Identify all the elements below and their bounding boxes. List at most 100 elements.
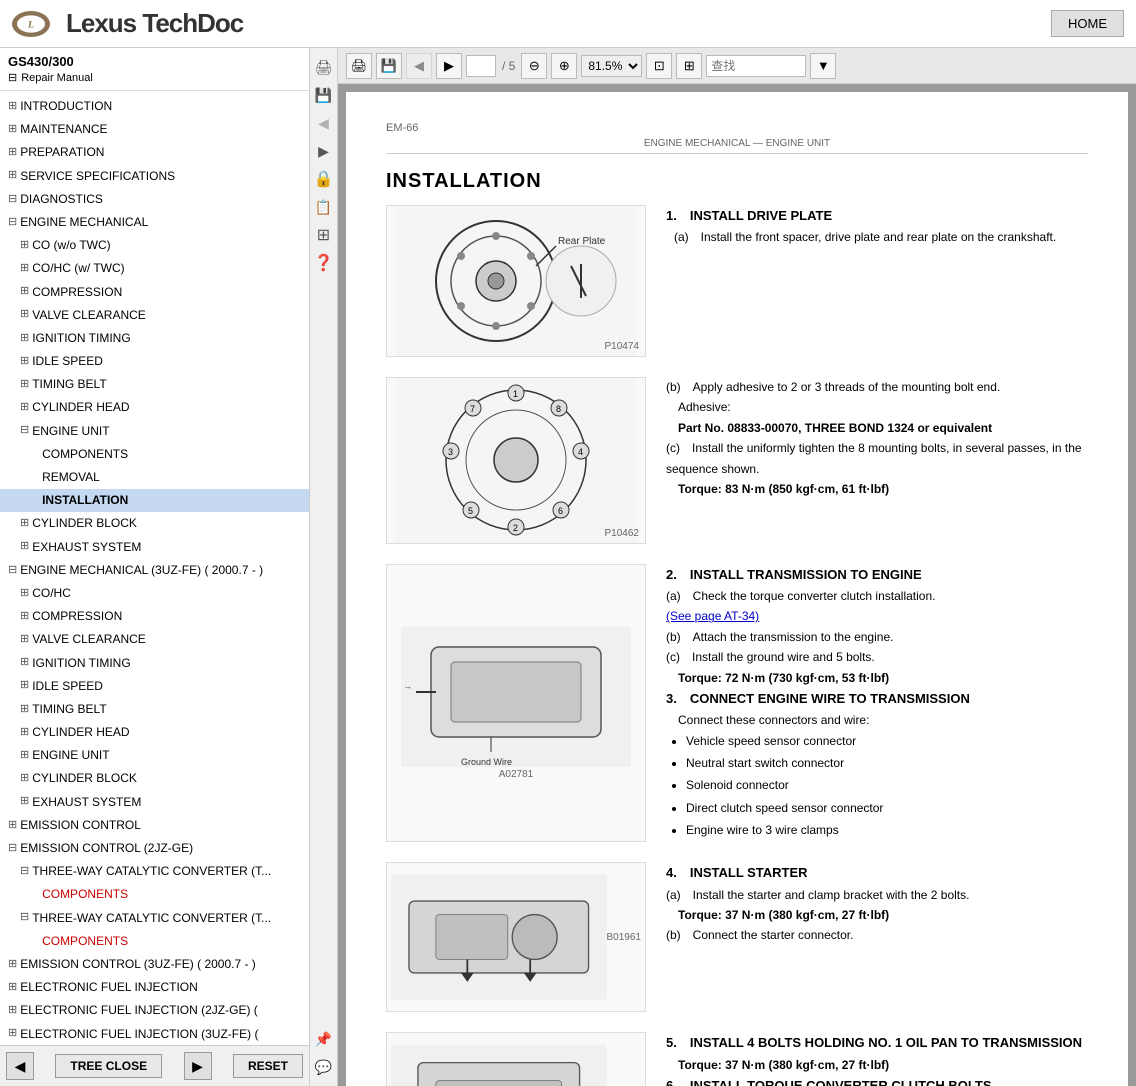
home-button[interactable]: HOME <box>1051 10 1124 37</box>
tb-next-btn[interactable]: ▶ <box>436 53 462 79</box>
sidebar-item-ign_timing[interactable]: ⊞IGNITION TIMING <box>0 327 309 350</box>
sidebar-item-efi2jz[interactable]: ⊞ELECTRONIC FUEL INJECTION (2JZ-GE) ( <box>0 999 309 1022</box>
tb-fit-btn[interactable]: ⊡ <box>646 53 672 79</box>
sidebar-item-emission[interactable]: ⊞EMISSION CONTROL <box>0 814 309 837</box>
step-3-text: Connect these connectors and wire: <box>666 710 1088 730</box>
app-header: L Lexus TechDoc HOME <box>0 0 1136 48</box>
bolt-sequence-diagram: 1 8 4 6 2 5 3 7 <box>396 378 636 543</box>
sidebar-item-emission3uz[interactable]: ⊞EMISSION CONTROL (3UZ-FE) ( 2000.7 - ) <box>0 953 309 976</box>
sidebar-item-svc[interactable]: ⊞SERVICE SPECIFICATIONS <box>0 165 309 188</box>
tb-search-btn[interactable]: ▼ <box>810 53 836 79</box>
lock-icon[interactable]: 🔒 <box>313 168 335 190</box>
sidebar-item-installation1[interactable]: INSTALLATION <box>0 489 309 512</box>
page-label: EM-66 <box>386 122 1088 134</box>
sidebar-item-efi3uz[interactable]: ⊞ELECTRONIC FUEL INJECTION (3UZ-FE) ( <box>0 1023 309 1046</box>
oil-pan-diagram <box>391 1037 607 1086</box>
sidebar-item-intro[interactable]: ⊞INTRODUCTION <box>0 95 309 118</box>
step-c: (c) Install the uniformly tighten the 8 … <box>666 438 1088 479</box>
sidebar-item-timing2[interactable]: ⊞TIMING BELT <box>0 698 309 721</box>
tb-view-btn[interactable]: ⊞ <box>676 53 702 79</box>
print-icon[interactable]: 🖨 <box>313 56 335 78</box>
lexus-logo: L <box>12 11 50 37</box>
sidebar-item-eng_mech2[interactable]: ⊟ENGINE MECHANICAL (3UZ-FE) ( 2000.7 - ) <box>0 559 309 582</box>
sidebar-item-emission2jz[interactable]: ⊟EMISSION CONTROL (2JZ-GE) <box>0 837 309 860</box>
sidebar-item-eng_mech[interactable]: ⊟ENGINE MECHANICAL <box>0 211 309 234</box>
step-1-num: 1. INSTALL DRIVE PLATE <box>666 208 832 223</box>
step-torque-1: Torque: 83 N·m (850 kgf·cm, 61 ft·lbf) <box>666 479 1088 499</box>
sidebar-item-comp_twc1[interactable]: COMPONENTS <box>0 883 309 906</box>
sidebar-item-efi[interactable]: ⊞ELECTRONIC FUEL INJECTION <box>0 976 309 999</box>
sidebar-item-valve[interactable]: ⊞VALVE CLEARANCE <box>0 304 309 327</box>
prev-nav-button[interactable]: ◀ <box>6 1052 34 1080</box>
step-bc: 1 8 4 6 2 5 3 7 P10462 (b) Apply adhesiv… <box>386 377 1088 544</box>
search-input[interactable] <box>706 55 806 77</box>
tb-zoom-out-btn[interactable]: ⊖ <box>521 53 547 79</box>
sidebar-item-twc1[interactable]: ⊟THREE-WAY CATALYTIC CONVERTER (T... <box>0 860 309 883</box>
step-torque-2: Torque: 72 N·m (730 kgf·cm, 53 ft·lbf) <box>666 668 1088 688</box>
copy-icon[interactable]: 📋 <box>313 196 335 218</box>
section-title: INSTALLATION <box>386 170 1088 193</box>
sidebar-item-co_hc2[interactable]: ⊞CO/HC <box>0 582 309 605</box>
step-2a-link[interactable]: (See page AT-34) <box>666 606 1088 626</box>
sidebar-item-prep[interactable]: ⊞PREPARATION <box>0 141 309 164</box>
sidebar-item-twc2[interactable]: ⊟THREE-WAY CATALYTIC CONVERTER (T... <box>0 907 309 930</box>
step-1-image: Rear Plate P10474 <box>386 205 646 357</box>
lexus-oval: L <box>12 11 50 37</box>
sidebar-item-removal1[interactable]: REMOVAL <box>0 466 309 489</box>
sidebar-item-co_wo[interactable]: ⊞CO (w/o TWC) <box>0 234 309 257</box>
step-adhesive-val: Part No. 08833-00070, THREE BOND 1324 or… <box>666 418 1088 438</box>
sidebar-item-comp_twc2[interactable]: COMPONENTS <box>0 930 309 953</box>
help-icon[interactable]: ❓ <box>313 252 335 274</box>
sidebar-item-timing_belt[interactable]: ⊞TIMING BELT <box>0 373 309 396</box>
next-nav-button[interactable]: ▶ <box>184 1052 212 1080</box>
sidebar-item-cyl_head2[interactable]: ⊞CYLINDER HEAD <box>0 721 309 744</box>
tb-zoom-in-btn[interactable]: ⊕ <box>551 53 577 79</box>
save-icon[interactable]: 💾 <box>313 84 335 106</box>
pin-icon[interactable]: 📌 <box>313 1028 335 1050</box>
sidebar-item-co_w[interactable]: ⊞CO/HC (w/ TWC) <box>0 257 309 280</box>
zoom-select[interactable]: 81.5% <box>581 55 642 77</box>
bullet-1: Vehicle speed sensor connector <box>686 731 1088 751</box>
sidebar-item-compression2[interactable]: ⊞COMPRESSION <box>0 605 309 628</box>
sidebar: GS430/300 ⊟Repair Manual ⊞INTRODUCTION⊞M… <box>0 48 310 1086</box>
chat-icon[interactable]: 💬 <box>313 1056 335 1078</box>
sidebar-item-exhaust2[interactable]: ⊞EXHAUST SYSTEM <box>0 791 309 814</box>
sidebar-item-valve2[interactable]: ⊞VALVE CLEARANCE <box>0 628 309 651</box>
svg-text:1: 1 <box>513 389 518 399</box>
sidebar-item-eng_unit[interactable]: ⊟ENGINE UNIT <box>0 420 309 443</box>
tb-prev-btn[interactable]: ◀ <box>406 53 432 79</box>
sidebar-title: GS430/300 ⊟Repair Manual <box>0 48 309 91</box>
sidebar-item-ign2[interactable]: ⊞IGNITION TIMING <box>0 652 309 675</box>
step-2a: (a) Check the torque converter clutch in… <box>666 586 1088 606</box>
doc-wrapper[interactable]: EM-66 ENGINE MECHANICAL — ENGINE UNIT IN… <box>338 84 1136 1086</box>
sidebar-item-exhaust1[interactable]: ⊞EXHAUST SYSTEM <box>0 536 309 559</box>
back-icon[interactable]: ◀ <box>313 112 335 134</box>
step-5-num: 5. INSTALL 4 BOLTS HOLDING NO. 1 OIL PAN… <box>666 1035 1082 1050</box>
step-2b: (b) Attach the transmission to the engin… <box>666 627 1088 647</box>
sidebar-item-cyl_block1[interactable]: ⊞CYLINDER BLOCK <box>0 512 309 535</box>
step-56-image: A02790 <box>386 1032 646 1086</box>
svg-text:7: 7 <box>470 404 475 414</box>
sidebar-item-idle2[interactable]: ⊞IDLE SPEED <box>0 675 309 698</box>
sidebar-item-cyl_block2[interactable]: ⊞CYLINDER BLOCK <box>0 767 309 790</box>
bullet-3: Solenoid connector <box>686 775 1088 795</box>
doc-page: EM-66 ENGINE MECHANICAL — ENGINE UNIT IN… <box>346 92 1128 1086</box>
reset-button[interactable]: RESET <box>233 1054 303 1078</box>
step-4a: (a) Install the starter and clamp bracke… <box>666 885 1088 905</box>
tb-print-btn[interactable]: 🖨 <box>346 53 372 79</box>
sidebar-item-components1[interactable]: COMPONENTS <box>0 443 309 466</box>
sidebar-item-cyl_head[interactable]: ⊞CYLINDER HEAD <box>0 396 309 419</box>
sidebar-item-maint[interactable]: ⊞MAINTENANCE <box>0 118 309 141</box>
expand-icon[interactable]: ⊞ <box>313 224 335 246</box>
sidebar-item-idle1[interactable]: ⊞IDLE SPEED <box>0 350 309 373</box>
page-number-input[interactable]: 1 <box>466 55 496 77</box>
sidebar-item-compression1[interactable]: ⊞COMPRESSION <box>0 281 309 304</box>
image-code-1: P10474 <box>605 341 639 352</box>
sidebar-item-eng_unit2[interactable]: ⊞ENGINE UNIT <box>0 744 309 767</box>
tree-close-button[interactable]: TREE CLOSE <box>55 1054 162 1078</box>
sidebar-item-diag[interactable]: ⊟DIAGNOSTICS <box>0 188 309 211</box>
doc-toolbar: 🖨 💾 ◀ ▶ 1 / 5 ⊖ ⊕ 81.5% ⊡ ⊞ ▼ <box>338 48 1136 84</box>
app-title: Lexus TechDoc <box>66 8 243 39</box>
forward-icon[interactable]: ▶ <box>313 140 335 162</box>
tb-save-btn[interactable]: 💾 <box>376 53 402 79</box>
